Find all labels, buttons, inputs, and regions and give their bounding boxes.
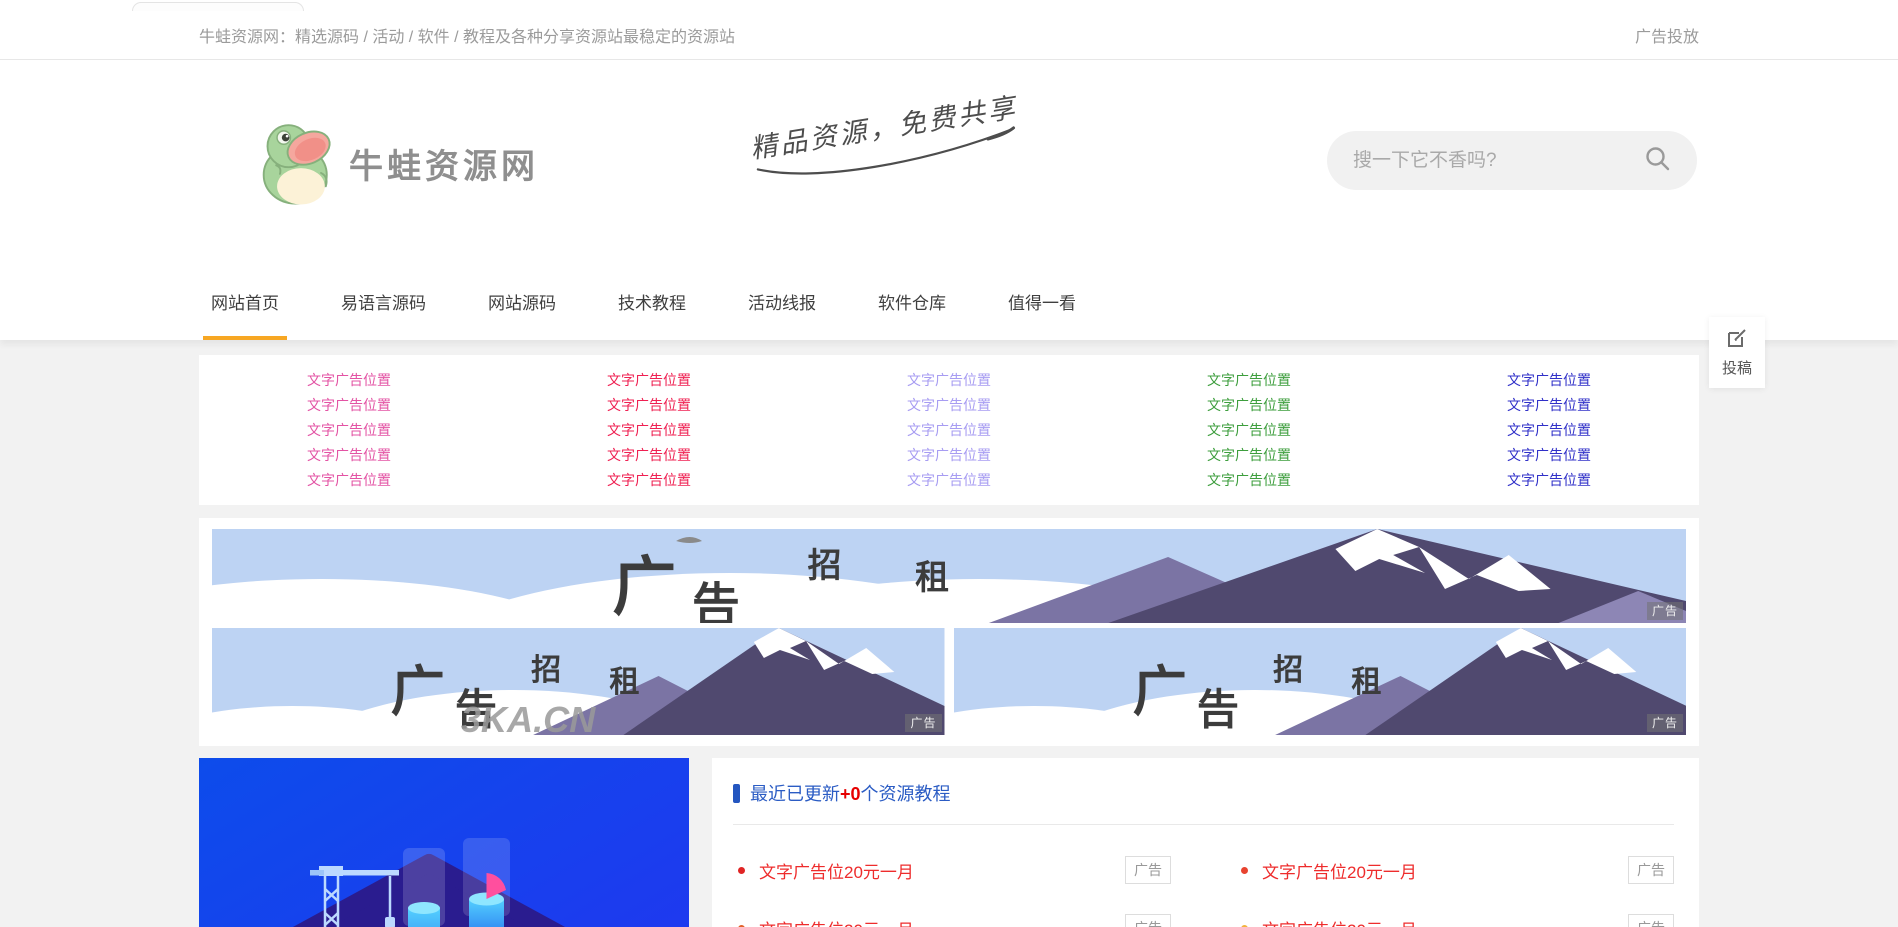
site-title: 牛蛙资源网: [349, 139, 539, 188]
ad-badge: 广告: [1628, 914, 1674, 927]
text-ad-link[interactable]: 文字广告位置: [799, 393, 1099, 418]
banner-ad-small-right[interactable]: 广 告 招 租 广告: [954, 628, 1687, 735]
text-ad-link[interactable]: 文字广告位置: [1099, 468, 1399, 493]
bullet-dot: [738, 867, 745, 874]
update-count: +0: [840, 784, 861, 804]
browser-chrome-sliver: [0, 0, 1898, 10]
site-notice: 牛蛙资源网：精选源码 / 活动 / 软件 / 教程及各种分享资源站最稳定的资源站: [199, 23, 735, 47]
submit-post-button[interactable]: 投稿: [1709, 317, 1765, 388]
svg-text:租: 租: [609, 665, 639, 700]
recent-item-text: 文字广告位20元一月: [759, 858, 914, 883]
text-ad-link[interactable]: 文字广告位置: [799, 418, 1099, 443]
nav-item-2[interactable]: 网站源码: [480, 270, 564, 340]
text-ad-link[interactable]: 文字广告位置: [1099, 418, 1399, 443]
svg-text:广: 广: [1132, 659, 1186, 723]
text-ad-link[interactable]: 文字广告位置: [1099, 393, 1399, 418]
ad-corner-badge: 广告: [905, 714, 941, 732]
text-ad-link[interactable]: 文字广告位置: [1399, 418, 1699, 443]
ad-corner-badge: 广告: [1647, 602, 1683, 620]
text-ad-link[interactable]: 文字广告位置: [199, 368, 499, 393]
banner-watermark: 3KA.CN: [461, 699, 596, 735]
main-navbar: 网站首页易语言源码网站源码技术教程活动线报软件仓库值得一看: [0, 270, 1898, 340]
title-accent-bar: [733, 784, 740, 803]
header: 牛蛙资源网 精品资源，免费共享: [0, 60, 1898, 270]
browser-tab-sliver: [132, 2, 304, 11]
ad-placement-link[interactable]: 广告投放: [1635, 23, 1699, 47]
text-ad-link[interactable]: 文字广告位置: [199, 418, 499, 443]
submit-post-label: 投稿: [1722, 357, 1752, 378]
svg-text:招: 招: [1273, 653, 1303, 688]
svg-text:告: 告: [1196, 684, 1238, 734]
ad-badge: 广告: [1125, 914, 1171, 927]
text-ad-link[interactable]: 文字广告位置: [799, 468, 1099, 493]
recent-item-text: 文字广告位20元一月: [1262, 858, 1417, 883]
nav-item-4[interactable]: 活动线报: [740, 270, 824, 340]
recent-updates-title: 最近已更新+0个资源教程: [733, 780, 1674, 806]
text-ad-link[interactable]: 文字广告位置: [199, 468, 499, 493]
recent-item-3[interactable]: 文字广告位20元一月 广告: [1236, 903, 1674, 927]
ad-corner-badge: 广告: [1647, 714, 1683, 732]
recent-updates-panel: 最近已更新+0个资源教程 文字广告位20元一月广告文字广告位20元一月广告文字广…: [712, 758, 1699, 927]
nav-item-5[interactable]: 软件仓库: [870, 270, 954, 340]
text-ad-link[interactable]: 文字广告位置: [499, 368, 799, 393]
nav-item-6[interactable]: 值得一看: [1000, 270, 1084, 340]
svg-text:租: 租: [915, 558, 949, 598]
text-ad-link[interactable]: 文字广告位置: [499, 443, 799, 468]
promo-illustration[interactable]: 0 0 0: [199, 758, 689, 927]
text-ads-section: 文字广告位置文字广告位置文字广告位置文字广告位置文字广告位置文字广告位置文字广告…: [199, 355, 1699, 505]
text-ad-link[interactable]: 文字广告位置: [1399, 393, 1699, 418]
frog-logo-icon: [257, 115, 343, 212]
text-ad-link[interactable]: 文字广告位置: [1099, 443, 1399, 468]
bullet-dot: [1241, 867, 1248, 874]
search-input[interactable]: [1353, 150, 1644, 172]
text-ads-grid: 文字广告位置文字广告位置文字广告位置文字广告位置文字广告位置文字广告位置文字广告…: [199, 368, 1699, 493]
ad-badge: 广告: [1628, 856, 1674, 884]
search-box: [1327, 131, 1697, 190]
recent-item-text: 文字广告位20元一月: [1262, 916, 1417, 927]
recent-item-0[interactable]: 文字广告位20元一月 广告: [733, 845, 1171, 895]
edit-square-icon: [1726, 328, 1748, 354]
banner-ad-large[interactable]: 广 告 招 租 广告: [212, 529, 1686, 623]
nav-item-3[interactable]: 技术教程: [610, 270, 694, 340]
text-ad-link[interactable]: 文字广告位置: [799, 368, 1099, 393]
search-icon[interactable]: [1644, 145, 1671, 177]
text-ad-link[interactable]: 文字广告位置: [199, 443, 499, 468]
site-slogan: 精品资源，免费共享: [747, 85, 1025, 196]
site-logo[interactable]: 牛蛙资源网: [257, 115, 539, 212]
banner-ad-small-left[interactable]: 广 告 招 租 3KA.CN 广告: [212, 628, 945, 735]
recent-item-1[interactable]: 文字广告位20元一月 广告: [1236, 845, 1674, 895]
svg-text:招: 招: [808, 546, 842, 586]
text-ad-link[interactable]: 文字广告位置: [499, 468, 799, 493]
recent-item-2[interactable]: 文字广告位20元一月 广告: [733, 903, 1171, 927]
nav-item-0[interactable]: 网站首页: [203, 270, 287, 340]
svg-text:广: 广: [391, 659, 445, 723]
svg-text:招: 招: [531, 653, 561, 688]
main-nav: 网站首页易语言源码网站源码技术教程活动线报软件仓库值得一看: [199, 270, 1699, 340]
ad-badge: 广告: [1125, 856, 1171, 884]
text-ad-link[interactable]: 文字广告位置: [1099, 368, 1399, 393]
topbar: 牛蛙资源网：精选源码 / 活动 / 软件 / 教程及各种分享资源站最稳定的资源站…: [0, 10, 1898, 60]
text-ad-link[interactable]: 文字广告位置: [1399, 368, 1699, 393]
text-ad-link[interactable]: 文字广告位置: [499, 418, 799, 443]
text-ad-link[interactable]: 文字广告位置: [499, 393, 799, 418]
banner-section: 广 告 招 租 广告 广 告 招: [199, 518, 1699, 746]
svg-text:租: 租: [1351, 665, 1381, 700]
recent-updates-list: 文字广告位20元一月广告文字广告位20元一月广告文字广告位20元一月广告文字广告…: [733, 845, 1674, 927]
text-ad-link[interactable]: 文字广告位置: [1399, 468, 1699, 493]
svg-text:广: 广: [612, 550, 676, 623]
recent-item-text: 文字广告位20元一月: [759, 916, 914, 927]
divider: [733, 824, 1674, 825]
svg-text:告: 告: [692, 578, 740, 623]
nav-item-1[interactable]: 易语言源码: [333, 270, 434, 340]
text-ad-link[interactable]: 文字广告位置: [1399, 443, 1699, 468]
text-ad-link[interactable]: 文字广告位置: [199, 393, 499, 418]
text-ad-link[interactable]: 文字广告位置: [799, 443, 1099, 468]
